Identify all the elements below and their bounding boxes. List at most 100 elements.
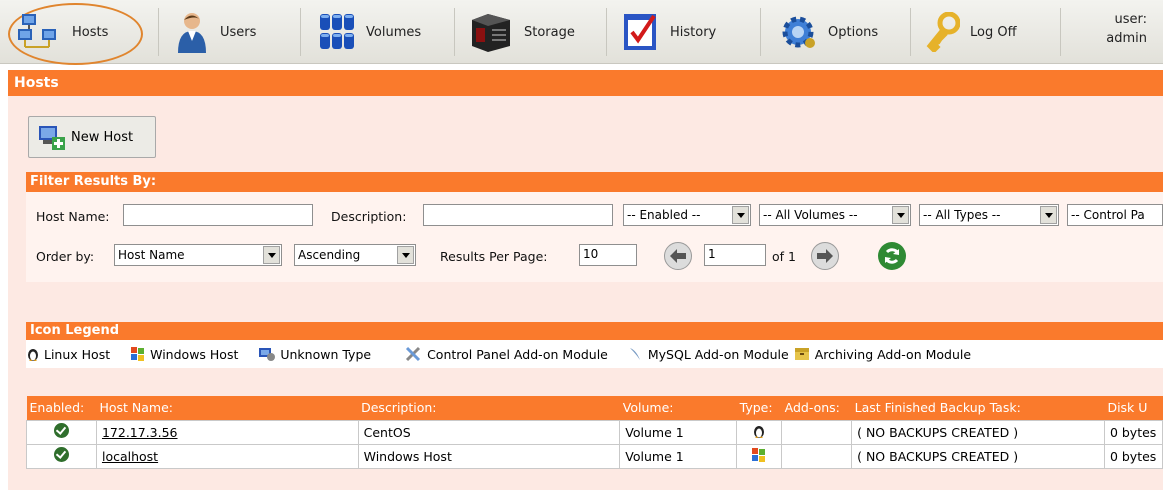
host-addons (781, 443, 853, 469)
nav-volumes[interactable]: Volumes (318, 6, 421, 58)
nav-options[interactable]: Options (778, 6, 878, 58)
user-label: user: (1114, 12, 1147, 27)
unknown-type-icon (259, 348, 276, 361)
arrow-right-icon (817, 249, 833, 263)
volumes-select[interactable]: -- All Volumes -- (759, 204, 911, 226)
host-description: Windows Host (357, 443, 621, 469)
hosts-icon (18, 14, 56, 48)
host-link[interactable]: localhost (102, 449, 158, 464)
host-name-label: Host Name: (36, 209, 110, 224)
enabled-select-value: -- Enabled -- (627, 208, 701, 222)
page-of-label: of 1 (772, 249, 796, 264)
table-row: 172.17.3.56 CentOS Volume 1 ( NO BACKUPS… (26, 419, 1163, 445)
legend-windows: Windows Host (130, 346, 238, 362)
host-last-backup: ( NO BACKUPS CREATED ) (851, 443, 1105, 469)
nav-log-off-label: Log Off (970, 24, 1017, 40)
order-by-value: Host Name (118, 248, 185, 262)
host-disk-usage: 0 bytes (1103, 443, 1163, 469)
nav-log-off[interactable]: Log Off (926, 6, 1017, 58)
enabled-check-icon[interactable] (53, 423, 69, 438)
nav-volumes-label: Volumes (366, 24, 422, 40)
direction-value: Ascending (298, 248, 361, 262)
direction-select[interactable]: Ascending (294, 244, 416, 266)
col-last-backup[interactable]: Last Finished Backup Task: (851, 396, 1105, 420)
panel-title: Hosts (8, 70, 1163, 96)
user-name: admin (1106, 31, 1147, 46)
chevron-down-icon (263, 246, 280, 264)
users-icon (178, 13, 206, 53)
col-description[interactable]: Description: (358, 396, 620, 420)
nav-storage-label: Storage (524, 24, 575, 40)
windows-flag-icon (131, 347, 145, 361)
host-addons (781, 419, 853, 445)
host-volume: Volume 1 (619, 419, 738, 445)
archiving-icon (794, 348, 809, 360)
table-row: localhost Windows Host Volume 1 ( NO BAC… (26, 443, 1163, 469)
key-icon (926, 12, 960, 52)
chevron-down-icon (892, 206, 909, 224)
mysql-dolphin-icon (629, 348, 640, 360)
filter-title: Filter Results By: (26, 172, 1163, 192)
new-host-button[interactable]: New Host (28, 116, 156, 158)
legend-unknown: Unknown Type (258, 346, 371, 362)
options-gear-icon (782, 16, 815, 48)
hosts-panel: Hosts New Host Filter Results By: Host N… (8, 70, 1163, 490)
col-enabled[interactable]: Enabled: (26, 396, 97, 420)
storage-icon (472, 14, 510, 52)
nav-hosts[interactable]: Hosts (16, 6, 108, 58)
col-addons[interactable]: Add-ons: (781, 396, 852, 420)
nav-history[interactable]: History (622, 6, 716, 58)
page-number-input[interactable]: 1 (704, 244, 766, 266)
order-by-label: Order by: (36, 249, 95, 264)
host-disk-usage: 0 bytes (1103, 419, 1163, 445)
windows-flag-icon (752, 447, 766, 462)
chevron-down-icon (397, 246, 414, 264)
col-type[interactable]: Type: (736, 396, 782, 420)
host-description: CentOS (357, 419, 621, 445)
prev-page-button[interactable] (664, 242, 692, 270)
icon-legend: Icon Legend Linux Host Windows Host Unkn… (26, 322, 1163, 368)
hosts-table: Enabled: Host Name: Description: Volume:… (26, 396, 1163, 469)
chevron-down-icon (732, 206, 749, 224)
types-select[interactable]: -- All Types -- (919, 204, 1059, 226)
new-host-icon (39, 126, 65, 150)
types-select-value: -- All Types -- (923, 208, 1001, 222)
table-header-row: Enabled: Host Name: Description: Volume:… (26, 396, 1163, 420)
history-icon (624, 14, 656, 50)
control-panel-select-value: -- Control Pa (1071, 208, 1145, 222)
col-volume[interactable]: Volume: (619, 396, 737, 420)
host-link[interactable]: 172.17.3.56 (102, 425, 178, 440)
control-panel-tools-icon (406, 346, 421, 362)
host-name-input[interactable] (123, 204, 313, 226)
linux-penguin-icon (28, 349, 38, 361)
filter-section: Filter Results By: Host Name: Descriptio… (26, 172, 1163, 282)
description-input[interactable] (423, 204, 613, 226)
legend-archiving: Archiving Add-on Module (793, 346, 971, 362)
legend-linux: Linux Host (26, 346, 110, 362)
col-host-name[interactable]: Host Name: (96, 396, 359, 420)
legend-title: Icon Legend (26, 322, 1163, 340)
arrow-left-icon (670, 249, 686, 263)
volumes-select-value: -- All Volumes -- (763, 208, 858, 222)
col-disk-usage[interactable]: Disk U (1104, 396, 1163, 420)
nav-history-label: History (670, 24, 717, 40)
legend-mysql: MySQL Add-on Module (628, 346, 789, 362)
refresh-button[interactable] (878, 242, 906, 270)
order-by-select[interactable]: Host Name (114, 244, 282, 266)
next-page-button[interactable] (811, 242, 839, 270)
enabled-select[interactable]: -- Enabled -- (623, 204, 751, 226)
results-per-page-input[interactable]: 10 (579, 244, 637, 266)
new-host-label: New Host (71, 129, 134, 145)
host-last-backup: ( NO BACKUPS CREATED ) (851, 419, 1105, 445)
nav-storage[interactable]: Storage (468, 6, 575, 58)
results-per-page-label: Results Per Page: (440, 249, 548, 264)
current-user: user: admin (1106, 10, 1147, 48)
nav-users-label: Users (220, 24, 257, 40)
enabled-check-icon[interactable] (53, 447, 69, 462)
volumes-icon (320, 14, 354, 49)
nav-users[interactable]: Users (174, 6, 256, 58)
linux-penguin-icon (754, 425, 765, 438)
legend-control-panel: Control Panel Add-on Module (405, 346, 608, 362)
top-nav-bar: Hosts Users Volumes Storage History Opti… (0, 0, 1163, 65)
control-panel-select[interactable]: -- Control Pa (1067, 204, 1163, 226)
